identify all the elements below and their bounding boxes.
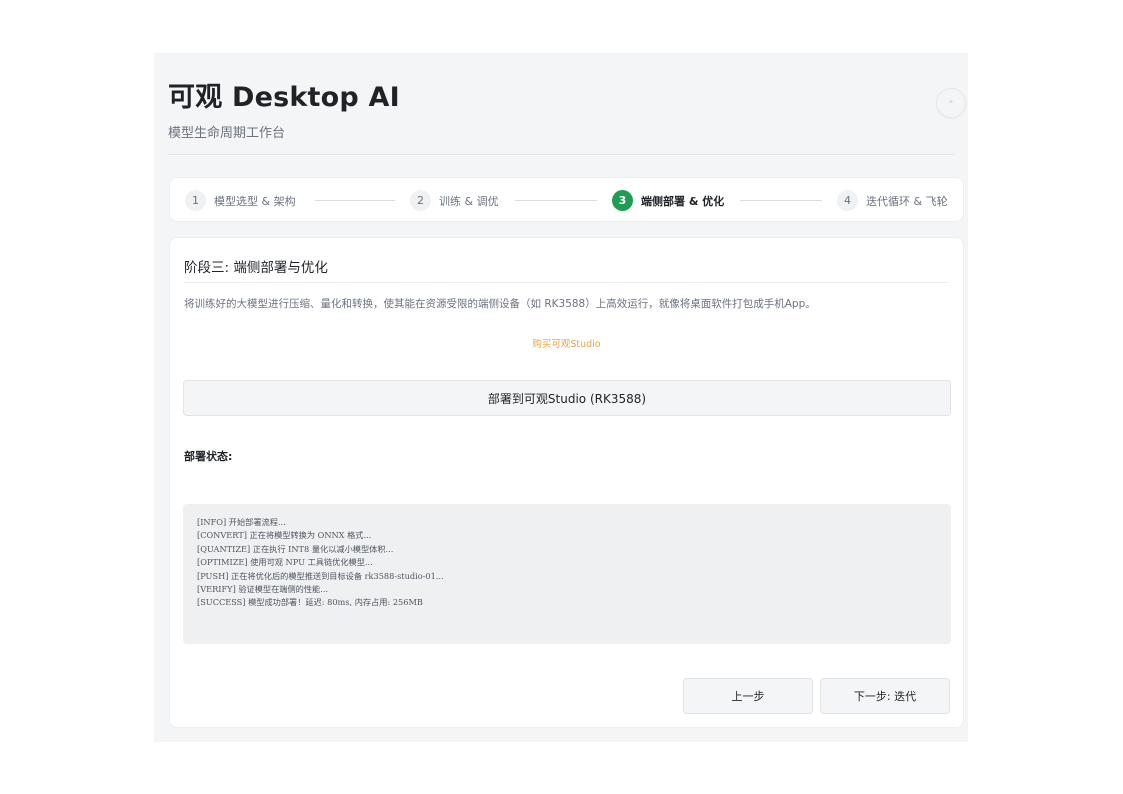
prev-step-button[interactable]: 上一步	[683, 678, 813, 714]
app-window: 可观 Desktop AI 模型生命周期工作台 ◦ 1 模型选型 & 架构 2 …	[154, 53, 968, 742]
log-line: [OPTIMIZE] 使用可观 NPU 工具链优化模型...	[197, 557, 373, 568]
stepper: 1 模型选型 & 架构 2 训练 & 调优 3 端侧部署 & 优化 4 迭代循环…	[169, 177, 964, 222]
step-label: 训练 & 调优	[439, 194, 499, 208]
app-title: 可观 Desktop AI	[168, 82, 400, 113]
step-2[interactable]: 2 训练 & 调优	[410, 190, 499, 211]
step-4[interactable]: 4 迭代循环 & 飞轮	[837, 190, 948, 211]
log-line: [SUCCESS] 模型成功部署！延迟: 80ms, 内存占用: 256MB	[197, 597, 423, 608]
stage-card: 阶段三: 端侧部署与优化 将训练好的大模型进行压缩、量化和转换，使其能在资源受限…	[169, 237, 964, 728]
deploy-status-label: 部署状态:	[184, 450, 233, 463]
divider	[184, 282, 949, 283]
log-line: [PUSH] 正在将优化后的模型推送到目标设备 rk3588-studio-01…	[197, 570, 444, 581]
step-label: 端侧部署 & 优化	[641, 194, 725, 208]
step-label: 迭代循环 & 飞轮	[866, 194, 948, 208]
stage-description: 将训练好的大模型进行压缩、量化和转换，使其能在资源受限的端侧设备（如 RK358…	[184, 298, 816, 310]
step-3[interactable]: 3 端侧部署 & 优化	[612, 190, 724, 211]
log-line: [QUANTIZE] 正在执行 INT8 量化以减小模型体积...	[197, 543, 394, 554]
theme-toggle-button[interactable]: ◦	[936, 88, 966, 118]
step-label: 模型选型 & 架构	[214, 194, 296, 208]
deploy-log: [INFO] 开始部署流程... [CONVERT] 正在将模型转换为 ONNX…	[183, 504, 951, 644]
step-number: 2	[410, 190, 431, 211]
step-number: 3	[612, 190, 633, 211]
header: 可观 Desktop AI 模型生命周期工作台 ◦	[168, 75, 966, 155]
theme-toggle-icon: ◦	[948, 98, 954, 108]
log-line: [INFO] 开始部署流程...	[197, 517, 286, 527]
step-connector	[515, 200, 597, 201]
step-number: 1	[185, 190, 206, 211]
step-connector	[315, 200, 395, 201]
next-step-button[interactable]: 下一步: 迭代	[820, 678, 950, 714]
log-line: [CONVERT] 正在将模型转换为 ONNX 格式...	[197, 530, 372, 541]
step-connector	[740, 200, 822, 201]
deploy-button[interactable]: 部署到可观Studio (RK3588)	[183, 380, 951, 416]
log-line: [VERIFY] 验证模型在端侧的性能...	[197, 584, 329, 595]
buy-studio-link[interactable]: 购买可观Studio	[170, 336, 963, 350]
step-number: 4	[837, 190, 858, 211]
stage-title: 阶段三: 端侧部署与优化	[184, 260, 328, 276]
app-subtitle: 模型生命周期工作台	[168, 126, 286, 141]
step-1[interactable]: 1 模型选型 & 架构	[185, 190, 296, 211]
